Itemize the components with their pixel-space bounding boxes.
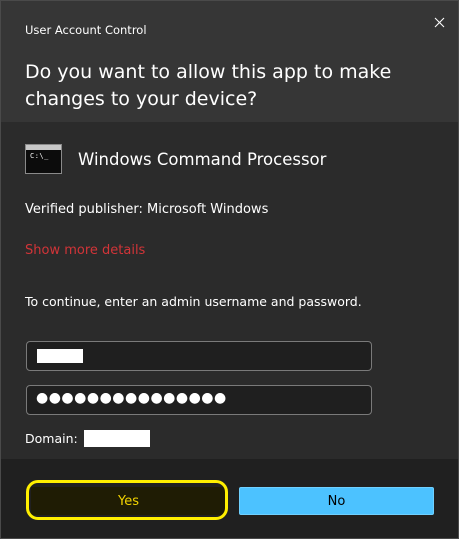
yes-button-highlight [26, 480, 228, 520]
password-input[interactable]: ●●●●●●●●●●●●●●● [26, 385, 372, 415]
username-input[interactable] [26, 341, 372, 371]
command-prompt-icon: C:\_ [25, 144, 62, 174]
uac-dialog: User Account Control Do you want to allo… [0, 0, 459, 539]
domain-row: Domain: [25, 430, 150, 447]
app-name: Windows Command Processor [78, 149, 327, 169]
domain-label: Domain: [25, 431, 78, 446]
dialog-header: User Account Control Do you want to allo… [1, 1, 458, 122]
close-button[interactable] [426, 9, 452, 35]
username-redaction [37, 349, 83, 363]
window-title: User Account Control [25, 23, 147, 37]
domain-redaction [83, 430, 150, 447]
no-button[interactable]: No [239, 487, 434, 515]
prompt-question: Do you want to allow this app to make ch… [25, 61, 392, 110]
password-mask: ●●●●●●●●●●●●●●● [36, 390, 227, 406]
verified-publisher: Verified publisher: Microsoft Windows [25, 202, 269, 217]
command-prompt-glyph: C:\_ [30, 152, 49, 160]
credential-instruction: To continue, enter an admin username and… [25, 294, 362, 309]
show-more-details-link[interactable]: Show more details [25, 243, 145, 258]
app-info: C:\_ Windows Command Processor [25, 143, 326, 175]
close-icon [434, 17, 444, 27]
